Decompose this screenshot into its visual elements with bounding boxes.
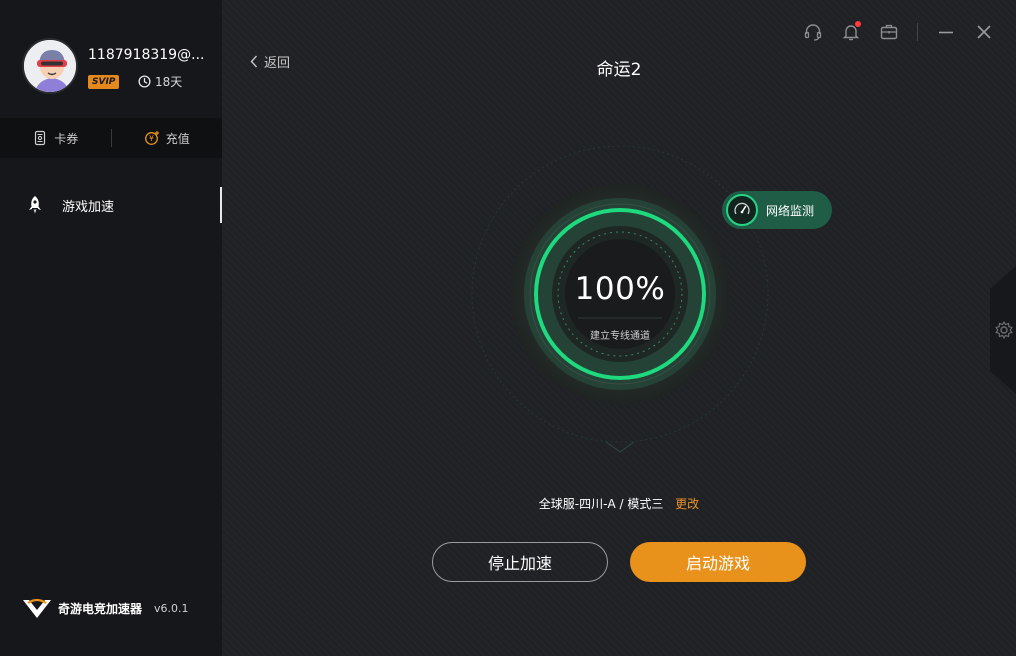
membership-days: 18天 xyxy=(138,73,182,90)
settings-side-tab[interactable] xyxy=(990,266,1016,394)
network-monitor-button[interactable]: 网络监测 xyxy=(722,191,832,229)
headset-icon xyxy=(804,24,822,41)
app-version: v6.0.1 xyxy=(154,601,189,615)
server-info: 全球服-四川-A / 模式三 更改 xyxy=(222,495,1016,512)
gauge-icon xyxy=(726,194,758,226)
game-title: 命运2 xyxy=(596,60,642,80)
gear-icon xyxy=(995,320,1013,340)
username: 1187918319@... xyxy=(88,47,205,63)
ticket-icon xyxy=(35,130,46,146)
avatar[interactable] xyxy=(22,38,78,94)
coin-plus-icon: ¥ xyxy=(144,131,159,145)
card-coupon-button[interactable]: 卡券 xyxy=(0,130,111,147)
network-monitor-label: 网络监测 xyxy=(766,203,815,218)
recharge-button[interactable]: ¥ 充值 xyxy=(112,130,223,147)
brand-logo-icon xyxy=(23,598,51,618)
close-icon xyxy=(977,25,991,39)
progress-dial: 100% 建立专线通道 xyxy=(470,145,770,456)
minimize-icon xyxy=(939,31,953,34)
main-panel: 返回 命运2 100% 建立专线通道 网络监测 全球服-四川-A / 模式三 更… xyxy=(222,0,1016,656)
card-coupon-label: 卡券 xyxy=(54,131,79,146)
quick-actions: 卡券 ¥ 充值 xyxy=(0,118,222,158)
clock-icon xyxy=(138,75,151,88)
rocket-icon xyxy=(29,196,41,214)
progress-status: 建立专线通道 xyxy=(590,331,650,342)
sidebar-item-game-boost[interactable]: 游戏加速 xyxy=(0,186,222,224)
user-profile: 1187918319@... SVIP 18天 xyxy=(0,0,222,118)
change-server-link[interactable]: 更改 xyxy=(675,497,699,511)
controls-divider xyxy=(917,23,918,41)
notification-button[interactable] xyxy=(839,20,863,44)
close-button[interactable] xyxy=(972,20,996,44)
start-game-button[interactable]: 启动游戏 xyxy=(630,542,806,582)
toolbox-button[interactable] xyxy=(877,20,901,44)
notification-dot xyxy=(855,21,861,27)
stop-boost-button[interactable]: 停止加速 xyxy=(432,542,608,582)
server-text: 全球服-四川-A / 模式三 xyxy=(538,497,664,511)
brand-name: 奇游电竞加速器 xyxy=(58,601,143,616)
recharge-label: 充值 xyxy=(165,131,190,146)
sidebar: 1187918319@... SVIP 18天 卡券 ¥ 充值 游戏加速 奇游电… xyxy=(0,0,222,656)
briefcase-icon xyxy=(880,24,898,40)
brand-logo: 奇游电竞加速器 v6.0.1 xyxy=(22,597,189,619)
progress-percent: 100% xyxy=(574,271,666,307)
svg-text:¥: ¥ xyxy=(149,134,154,143)
svip-badge: SVIP xyxy=(88,75,120,89)
minimize-button[interactable] xyxy=(934,20,958,44)
window-controls xyxy=(801,20,996,44)
nav-label: 游戏加速 xyxy=(62,199,115,215)
days-text: 18天 xyxy=(155,75,183,89)
support-button[interactable] xyxy=(801,20,825,44)
